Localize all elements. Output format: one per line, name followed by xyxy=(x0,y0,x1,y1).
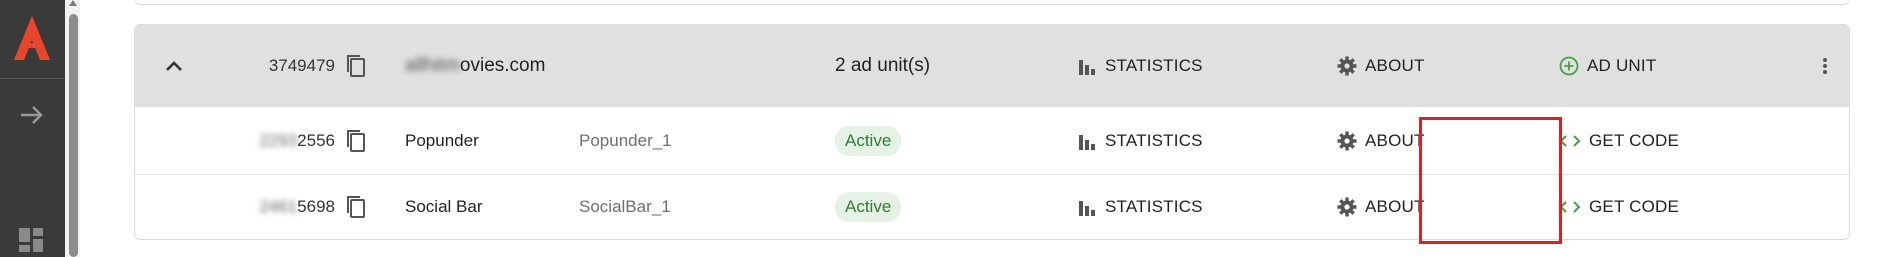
status-badge: Active xyxy=(835,192,902,222)
previous-site-card xyxy=(134,0,1850,5)
copy-icon[interactable] xyxy=(345,25,371,107)
site-id: 3749479 xyxy=(268,56,335,75)
site-card: 3749479 allhitm ovies.com 2 ad unit(s) ST… xyxy=(134,24,1850,240)
about-label: ABOUT xyxy=(1365,130,1425,150)
status-badge-cell: Active xyxy=(835,175,902,239)
add-circle-icon xyxy=(1559,56,1579,76)
highlight-box xyxy=(1419,117,1562,244)
ad-unit-type: Social Bar xyxy=(405,197,483,216)
about-button[interactable]: ABOUT xyxy=(1337,107,1425,174)
code-icon xyxy=(1559,200,1581,214)
site-domain-redacted: allhitm xyxy=(405,55,460,76)
ad-units-count: 2 ad unit(s) xyxy=(835,55,931,76)
status-badge: Active xyxy=(835,125,902,156)
bar-chart-icon xyxy=(1079,132,1095,150)
ad-unit-id-redacted: 2293 xyxy=(259,130,298,150)
statistics-label: STATISTICS xyxy=(1105,197,1203,216)
ad-unit-name: Popunder_1 xyxy=(579,130,672,150)
sidebar-rail xyxy=(0,0,65,257)
chevron-up-icon xyxy=(165,60,183,72)
gear-icon xyxy=(1337,131,1357,151)
statistics-label: STATISTICS xyxy=(1105,56,1203,75)
ad-unit-id: 2461 5698 xyxy=(255,175,335,239)
site-domain: allhitm ovies.com xyxy=(405,25,545,107)
get-code-label: GET CODE xyxy=(1589,197,1680,216)
code-icon xyxy=(1559,134,1581,148)
ad-unit-row: 2461 5698 Social Bar SocialBar_1 Active S… xyxy=(135,175,1849,239)
more-vert-icon xyxy=(1822,57,1828,75)
about-button[interactable]: ABOUT xyxy=(1337,175,1425,239)
gear-icon xyxy=(1337,56,1357,76)
about-button[interactable]: ABOUT xyxy=(1337,25,1425,107)
ad-unit-row: 2293 2556 Popunder Popunder_1 Active STAT… xyxy=(135,107,1849,175)
get-code-button[interactable]: GET CODE xyxy=(1559,175,1679,239)
scroll-up-icon[interactable] xyxy=(69,0,77,6)
copy-icon[interactable] xyxy=(345,107,371,174)
get-code-button[interactable]: GET CODE xyxy=(1559,107,1679,174)
ad-unit-id-text: 2556 xyxy=(297,130,335,150)
sidebar-divider xyxy=(0,78,65,79)
about-label: ABOUT xyxy=(1365,197,1425,216)
add-ad-unit-label: AD UNIT xyxy=(1587,56,1657,75)
copy-icon[interactable] xyxy=(345,175,371,239)
site-header-row: 3749479 allhitm ovies.com 2 ad unit(s) ST… xyxy=(135,25,1849,107)
adsterra-logo-icon[interactable] xyxy=(10,14,55,64)
ad-unit-id-text: 5698 xyxy=(297,197,335,216)
get-code-label: GET CODE xyxy=(1589,130,1680,150)
ad-unit-id: 2293 2556 xyxy=(255,107,335,174)
collapse-button[interactable] xyxy=(165,25,195,107)
more-options-button[interactable] xyxy=(1815,25,1835,107)
statistics-label: STATISTICS xyxy=(1105,130,1203,150)
bar-chart-icon xyxy=(1079,57,1095,75)
arrow-right-icon[interactable] xyxy=(17,100,47,130)
statistics-button[interactable]: STATISTICS xyxy=(1079,25,1203,107)
statistics-button[interactable]: STATISTICS xyxy=(1079,175,1203,239)
add-ad-unit-button[interactable]: AD UNIT xyxy=(1559,25,1656,107)
gear-icon xyxy=(1337,197,1357,217)
status-badge-cell: Active xyxy=(835,107,902,174)
bar-chart-icon xyxy=(1079,198,1095,216)
statistics-button[interactable]: STATISTICS xyxy=(1079,107,1203,174)
site-domain-text: ovies.com xyxy=(459,55,546,76)
ad-unit-name: SocialBar_1 xyxy=(579,197,671,216)
scrollbar-thumb[interactable] xyxy=(69,14,78,257)
dashboard-icon[interactable] xyxy=(16,225,46,255)
about-label: ABOUT xyxy=(1365,56,1425,75)
ad-unit-type: Popunder xyxy=(405,130,479,150)
ad-unit-id-redacted: 2461 xyxy=(259,197,298,216)
